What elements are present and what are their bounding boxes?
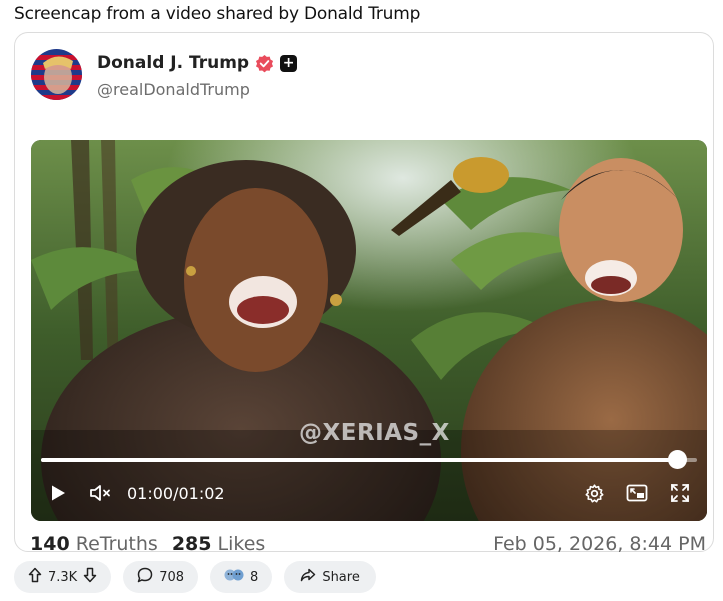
reaction-button[interactable]: 8 <box>210 561 273 593</box>
mute-icon[interactable] <box>87 480 113 506</box>
retruths-count: 140 <box>30 533 70 555</box>
upvote-arrow-icon[interactable] <box>28 567 42 587</box>
video-progress-fill <box>41 458 678 462</box>
downvote-arrow-icon[interactable] <box>83 567 97 587</box>
plus-badge-icon: + <box>280 54 298 72</box>
reply-count: 708 <box>159 569 185 585</box>
author-handle[interactable]: @realDonaldTrump <box>97 80 250 99</box>
video-time: 01:00/01:02 <box>127 484 225 503</box>
author-name[interactable]: Donald J. Trump <box>97 53 249 73</box>
post-date[interactable]: Feb 05, 2026, 8:44 PM <box>493 533 706 555</box>
video-player[interactable]: @XERIAS_X 01:00/01:02 <box>31 140 707 521</box>
post-card: Donald J. Trump + @realDonaldTrump @XERI… <box>14 32 714 552</box>
reply-button[interactable]: 708 <box>123 561 199 593</box>
comment-bubble-icon <box>137 567 153 587</box>
likes-stat[interactable]: 285 Likes <box>172 533 266 555</box>
fullscreen-icon[interactable] <box>667 480 693 506</box>
vote-pill: 7.3K <box>14 561 112 593</box>
retruths-label: ReTruths <box>75 533 158 555</box>
likes-label: Likes <box>217 533 266 555</box>
picture-in-picture-icon[interactable] <box>624 480 650 506</box>
vote-count: 7.3K <box>48 569 78 585</box>
retruths-stat[interactable]: 140 ReTruths <box>30 533 158 555</box>
video-frame-image <box>31 140 707 521</box>
image-caption: Screencap from a video shared by Donald … <box>14 4 421 24</box>
verified-badge-icon <box>255 54 274 73</box>
play-icon[interactable] <box>45 480 71 506</box>
share-arrow-icon <box>300 568 316 586</box>
share-label: Share <box>322 569 360 585</box>
action-bar: 7.3K 708 8 Share <box>14 561 376 593</box>
settings-gear-icon[interactable] <box>581 480 607 506</box>
post-stats: 140 ReTruths 285 Likes <box>30 533 265 555</box>
author-avatar[interactable] <box>31 49 82 100</box>
video-controls: 01:00/01:02 <box>31 480 707 510</box>
author-name-row: Donald J. Trump + <box>97 53 298 73</box>
reaction-count: 8 <box>250 569 259 585</box>
likes-count: 285 <box>171 533 212 555</box>
video-watermark: @XERIAS_X <box>299 420 450 446</box>
reaction-faces-icon <box>224 568 244 586</box>
share-button[interactable]: Share <box>284 561 376 593</box>
video-progress-bar[interactable] <box>41 450 697 469</box>
